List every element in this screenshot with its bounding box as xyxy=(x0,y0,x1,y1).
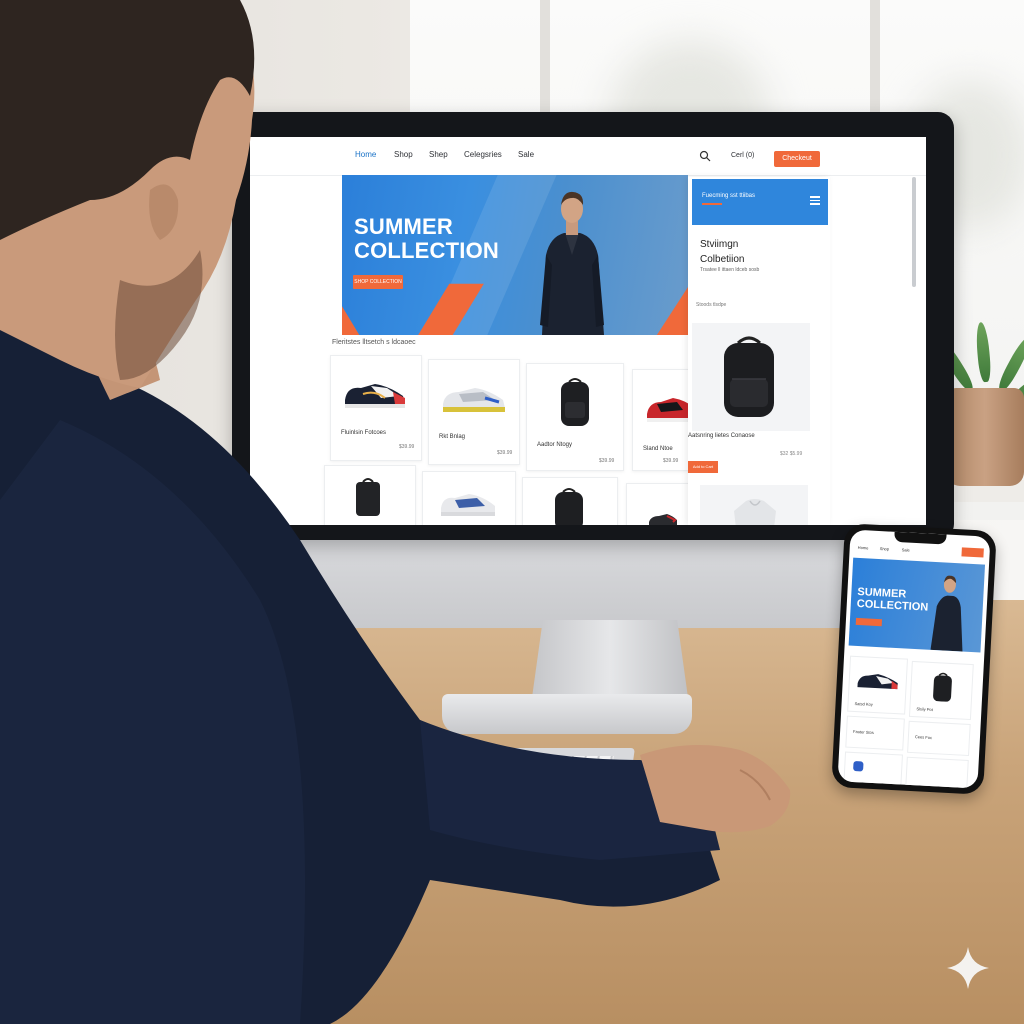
phone-product-card[interactable]: Fauter Stos xyxy=(845,715,905,751)
cart-link[interactable]: Cerl (0) xyxy=(731,152,754,159)
site-nav: Home Shop Shep Celegsries Sale Cerl (0) … xyxy=(250,137,926,176)
phone-product-name: Satsd Koy xyxy=(854,700,873,707)
phone-product-card[interactable]: Satsd Koy xyxy=(847,655,909,715)
add-to-cart-button[interactable]: Add to Cart xyxy=(688,461,718,473)
hero-title: SUMMER COLLECTION xyxy=(354,214,499,263)
product-price: $39.99 xyxy=(399,444,415,450)
product-price: $39.99 xyxy=(663,458,679,464)
smartphone: Home Shop Sale SUMMER COLLECTION Satsd K… xyxy=(831,523,997,795)
product-name: Aadtor Ntogy xyxy=(537,442,573,448)
backpack-image xyxy=(555,488,583,525)
product-card[interactable]: Sland Ntoe $39.99 xyxy=(632,369,696,471)
product-name: Fluinlsin Fotcoes xyxy=(341,430,387,436)
sneaker-image xyxy=(443,388,505,412)
product-card[interactable]: Rkt Bnlag $39.99 xyxy=(428,359,520,465)
checkout-button[interactable]: Checkeut xyxy=(774,151,820,167)
backpack-image xyxy=(561,378,589,426)
panel-product-name: Aatsnring lietes Conaose xyxy=(688,433,755,439)
phone-product-name: Slsiiy Pot xyxy=(916,706,933,713)
keyboard xyxy=(425,748,635,818)
panel-header: Fuecming sst ttiibas xyxy=(692,179,828,225)
nav-categories[interactable]: Celegsries xyxy=(464,150,502,159)
hoodie-image xyxy=(734,499,776,525)
phone-product-card[interactable] xyxy=(843,751,903,787)
phone-product-card[interactable]: Slsiiy Pot xyxy=(908,660,974,721)
phone-product-name: Cees Foc xyxy=(914,734,933,741)
monitor-screen: Home Shop Shep Celegsries Sale Cerl (0) … xyxy=(250,137,926,525)
backpack-image xyxy=(724,336,774,417)
product-name: Rkt Bnlag xyxy=(439,434,466,440)
hero-banner: SUMMER COLLECTION SHOP COLLECTION xyxy=(342,175,688,335)
panel-product-image[interactable] xyxy=(692,323,810,431)
search-icon[interactable] xyxy=(699,150,711,162)
product-card[interactable] xyxy=(422,471,516,525)
phone-nav-home[interactable]: Home xyxy=(858,545,869,551)
product-card[interactable] xyxy=(324,465,416,525)
sneaker-image xyxy=(857,674,898,690)
nav-shop[interactable]: Shop xyxy=(394,150,413,159)
product-name: Sland Ntoe xyxy=(643,446,673,452)
phone-screen: Home Shop Sale SUMMER COLLECTION Satsd K… xyxy=(837,529,991,789)
model-photo xyxy=(540,191,604,335)
phone-hero-title: SUMMER COLLECTION xyxy=(856,585,929,614)
phone-product-card[interactable] xyxy=(905,756,969,789)
panel-section-label: Stoods tlsdpe xyxy=(696,302,727,308)
product-card[interactable]: Fluinlsin Fotcoes $39.99 xyxy=(330,355,422,461)
sneaker-image xyxy=(441,494,495,516)
panel-header-title: Fuecming sst ttiibas xyxy=(702,193,756,199)
panel-title: Stviimgn Colbetiion xyxy=(700,239,745,265)
sparkle-icon xyxy=(947,947,989,989)
product-price: $39.99 xyxy=(599,458,615,464)
product-card[interactable] xyxy=(626,483,694,525)
featured-section-title: Fleritstes lltsetch s ldcaoec xyxy=(332,339,416,346)
scrollbar[interactable] xyxy=(912,177,916,287)
side-panel: Fuecming sst ttiibas Stviimgn Colbetiion… xyxy=(688,177,830,525)
phone-product-card[interactable]: Cees Foc xyxy=(907,720,971,757)
nav-shep[interactable]: Shep xyxy=(429,150,448,159)
phone-product-name: Fauter Stos xyxy=(852,728,874,735)
product-card[interactable]: Aadtor Ntogy $39.99 xyxy=(526,363,624,471)
phone-hero-banner: SUMMER COLLECTION xyxy=(848,557,986,653)
panel-product-price: $32 $5.99 xyxy=(780,451,803,457)
nav-home[interactable]: Home xyxy=(355,150,376,159)
product-card[interactable] xyxy=(522,477,618,525)
nav-sale[interactable]: Sale xyxy=(518,150,534,159)
sneaker-image xyxy=(649,514,677,525)
model-photo xyxy=(930,575,963,652)
sneaker-image xyxy=(345,384,405,408)
panel-subtitle: Trsatee ll ittaen ldceb sosb xyxy=(700,267,760,273)
bag-image xyxy=(356,478,380,516)
backpack-image xyxy=(933,672,952,702)
monitor-stand-base xyxy=(442,694,692,734)
product-price: $39.99 xyxy=(497,450,513,456)
hamburger-menu-icon[interactable] xyxy=(810,196,820,205)
phone-nav-shop[interactable]: Shop xyxy=(880,546,890,551)
hero-shop-button[interactable]: SHOP COLLECTION xyxy=(353,275,403,289)
phone-hero-button[interactable] xyxy=(855,617,883,627)
phone-checkout-button[interactable] xyxy=(961,547,984,558)
panel-product-image[interactable] xyxy=(700,485,808,525)
phone-nav-sale[interactable]: Sale xyxy=(902,547,910,552)
